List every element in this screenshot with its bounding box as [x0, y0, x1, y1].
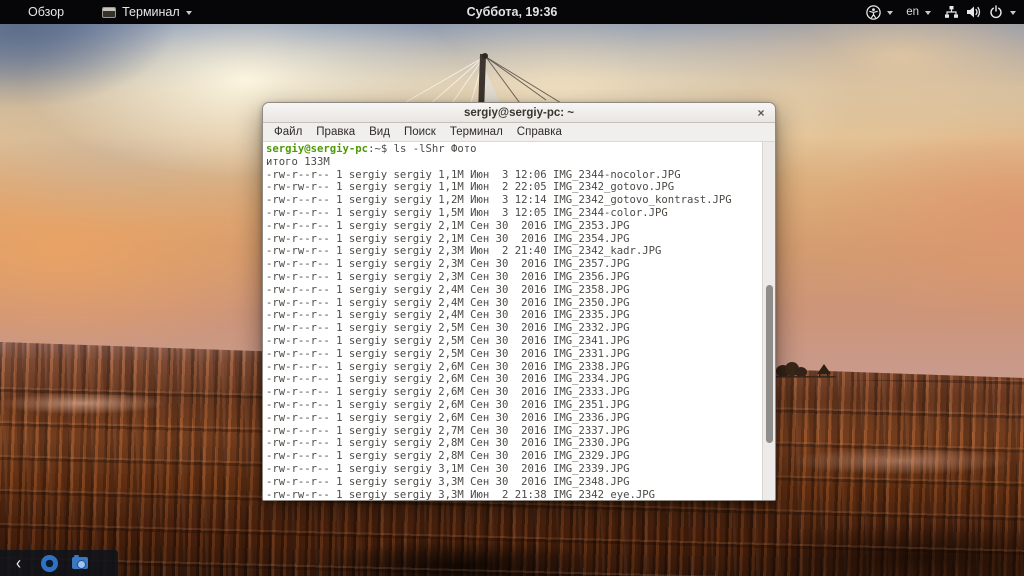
terminal-window: sergiy@sergiy-pc: ~ × Файл Правка Вид По… — [262, 102, 776, 501]
chevron-down-icon — [185, 10, 192, 15]
menu-file[interactable]: Файл — [267, 123, 309, 141]
close-button[interactable]: × — [753, 105, 769, 121]
browser-lens-icon[interactable] — [41, 554, 58, 572]
keyboard-layout-label: en — [906, 6, 919, 18]
accessibility-icon — [866, 4, 881, 20]
app-menu-label: Терминал — [122, 5, 180, 19]
island-silhouette — [776, 362, 836, 378]
chevron-down-icon — [887, 10, 894, 15]
scrollbar-thumb[interactable] — [765, 285, 773, 443]
power-icon — [990, 5, 1002, 19]
top-bar: Обзор Терминал Суббота, 19:36 en — [0, 0, 1024, 24]
desktop: Обзор Терминал Суббота, 19:36 en sergiy@… — [0, 0, 1024, 576]
prompt-line: sergiy@sergiy-pc:~$ ls -lShr Фото — [266, 143, 477, 155]
window-title: sergiy@sergiy-pc: ~ — [464, 106, 574, 119]
network-wired-icon — [945, 6, 958, 18]
camera-icon[interactable] — [72, 555, 88, 569]
boat-mast-image — [405, 53, 567, 106]
menu-bar: Файл Правка Вид Поиск Терминал Справка — [263, 123, 775, 142]
accessibility-menu[interactable] — [866, 4, 894, 20]
chevron-down-icon — [925, 10, 931, 15]
prompt-symbol: $ — [380, 143, 394, 155]
menu-view[interactable]: Вид — [362, 123, 397, 141]
volume-icon — [967, 6, 981, 18]
menu-terminal[interactable]: Терминал — [443, 123, 510, 141]
menu-edit[interactable]: Правка — [309, 123, 362, 141]
chevron-left-icon[interactable]: ‹ — [16, 554, 21, 573]
terminal-body: sergiy@sergiy-pc:~$ ls -lShr Фото итого … — [263, 142, 775, 500]
menu-search[interactable]: Поиск — [397, 123, 443, 141]
system-menu[interactable] — [944, 5, 1016, 19]
scrollbar[interactable] — [762, 142, 775, 500]
terminal-listing: итого 133M -rw-r--r-- 1 sergiy sergiy 1,… — [266, 155, 732, 500]
terminal-app-icon — [102, 6, 117, 18]
terminal-content[interactable]: sergiy@sergiy-pc:~$ ls -lShr Фото итого … — [263, 142, 762, 500]
keyboard-layout-menu[interactable]: en — [906, 6, 931, 18]
dock-panel: ‹ — [0, 550, 118, 576]
command-text: ls -lShr Фото — [393, 143, 477, 155]
chevron-down-icon — [1010, 10, 1016, 15]
activities-button[interactable]: Обзор — [28, 5, 64, 19]
app-menu-terminal[interactable]: Терминал — [102, 5, 192, 19]
prompt-user-host: sergiy@sergiy-pc — [266, 143, 369, 155]
window-titlebar[interactable]: sergiy@sergiy-pc: ~ × — [263, 103, 775, 123]
menu-help[interactable]: Справка — [510, 123, 569, 141]
